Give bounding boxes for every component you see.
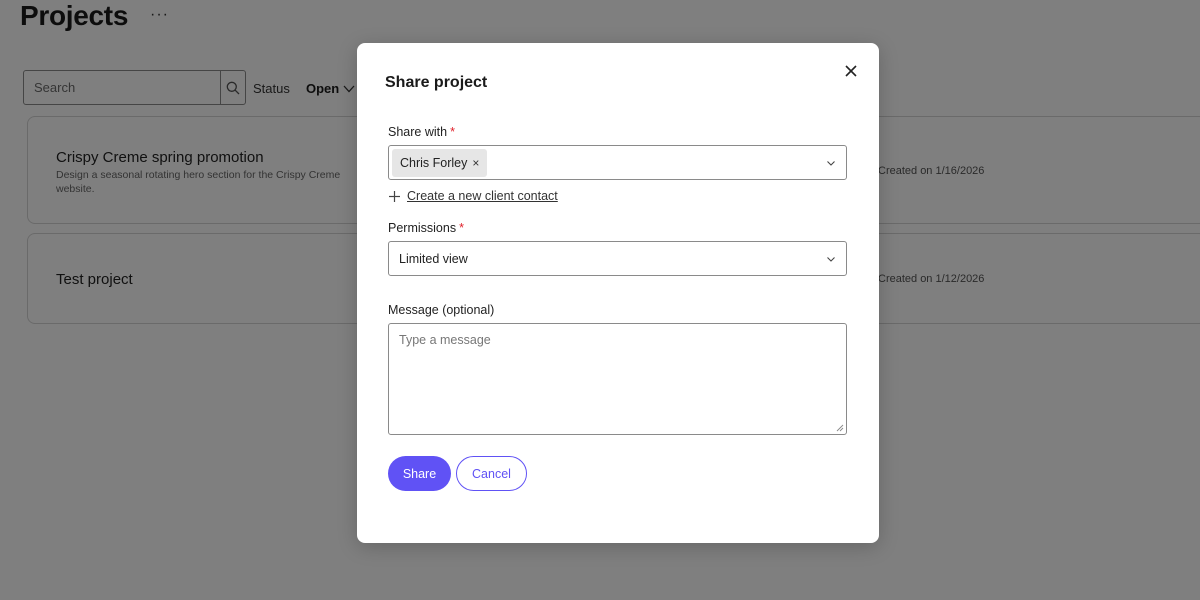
cancel-button[interactable]: Cancel bbox=[456, 456, 527, 491]
message-input[interactable] bbox=[389, 324, 846, 434]
share-with-select[interactable]: Chris Forley × bbox=[388, 145, 847, 180]
required-marker: * bbox=[450, 125, 455, 139]
required-marker: * bbox=[459, 221, 464, 235]
permissions-value: Limited view bbox=[399, 252, 468, 266]
contact-chip-label: Chris Forley bbox=[400, 156, 468, 170]
share-button[interactable]: Share bbox=[388, 456, 451, 491]
create-contact-link[interactable]: Create a new client contact bbox=[388, 189, 558, 203]
plus-icon bbox=[389, 190, 400, 202]
contact-chip: Chris Forley × bbox=[392, 149, 488, 177]
share-project-dialog: Share project Share with * Chris Forley ×… bbox=[357, 43, 879, 543]
share-with-label: Share with * bbox=[388, 125, 455, 139]
chevron-down-icon bbox=[827, 257, 835, 262]
message-field bbox=[388, 323, 847, 435]
resize-grip-icon[interactable] bbox=[836, 424, 844, 432]
create-contact-label: Create a new client contact bbox=[407, 189, 558, 203]
close-icon[interactable] bbox=[843, 63, 859, 79]
chevron-down-icon bbox=[827, 161, 835, 166]
dialog-title: Share project bbox=[385, 74, 488, 91]
message-label: Message (optional) bbox=[388, 303, 495, 317]
permissions-label: Permissions * bbox=[388, 221, 464, 235]
permissions-select[interactable]: Limited view bbox=[388, 241, 847, 276]
chip-remove-icon[interactable]: × bbox=[472, 156, 479, 170]
